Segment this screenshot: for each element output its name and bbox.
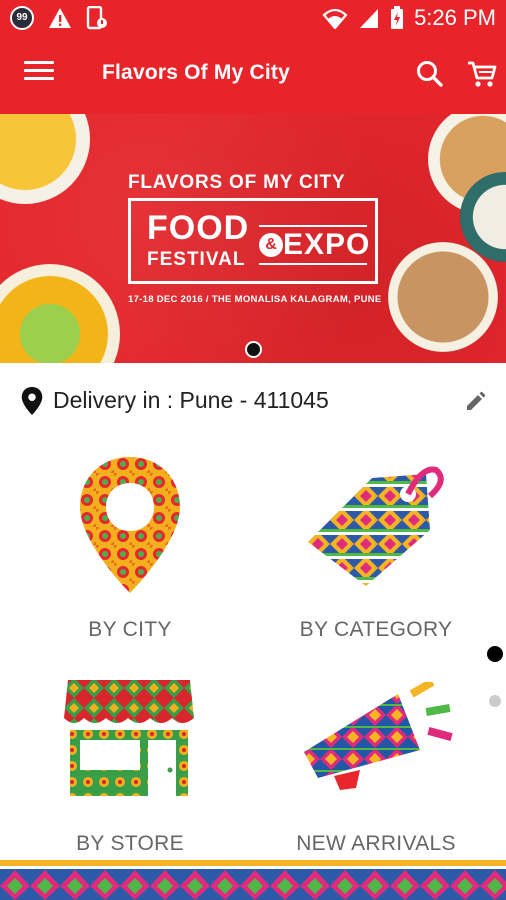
banner-festival-text: FESTIVAL — [147, 249, 246, 270]
banner-ampersand: & — [259, 233, 283, 257]
cart-button[interactable] — [465, 57, 499, 91]
banner-expo-text: EXPO — [283, 228, 371, 261]
tile-label-new-arrivals: NEW ARRIVALS — [296, 832, 456, 855]
status-time: 5:26 PM — [414, 5, 496, 30]
status-bar: 99 5:26 PM — [0, 0, 506, 37]
store-icon — [64, 680, 194, 796]
tile-by-category[interactable]: BY CATEGORY — [246, 445, 506, 655]
edit-location-button[interactable] — [464, 389, 488, 413]
megaphone-icon — [304, 682, 453, 790]
banner-headline: FLAVORS OF MY CITY — [128, 172, 346, 193]
city-pin-icon — [80, 457, 180, 593]
decorative-pattern-strip — [0, 860, 506, 900]
tile-label-by-store: BY STORE — [76, 832, 184, 855]
delivery-location-text: Delivery in : Pune - 411045 — [53, 387, 329, 413]
banner-subline: 17-18 DEC 2016 / THE MONALISA KALAGRAM, … — [128, 294, 382, 305]
wifi-icon — [322, 8, 348, 29]
tile-label-by-city: BY CITY — [88, 618, 172, 641]
banner-food-text: FOOD — [147, 209, 250, 247]
delivery-row: Delivery in : Pune - 411045 — [0, 363, 506, 435]
battery-icon — [391, 6, 404, 29]
warning-icon — [49, 8, 71, 28]
tile-new-arrivals[interactable]: NEW ARRIVALS — [246, 660, 506, 860]
app-title: Flavors Of My City — [102, 61, 290, 84]
banner-pager-dot-active[interactable] — [245, 341, 262, 358]
phone-missed-icon — [86, 6, 107, 30]
search-icon — [417, 61, 443, 87]
tile-by-city[interactable]: BY CITY — [0, 445, 260, 655]
menu-button[interactable] — [24, 61, 54, 91]
banner-logo-box: FOOD FESTIVAL & EXPO — [128, 198, 378, 284]
notification-badge-icon: 99 — [10, 6, 34, 30]
cart-icon — [468, 61, 497, 87]
promo-banner[interactable]: FLAVORS OF MY CITY FOOD FESTIVAL & EXPO … — [0, 114, 506, 363]
signal-icon — [360, 9, 379, 28]
tile-by-store[interactable]: BY STORE — [0, 660, 260, 860]
location-pin-icon — [21, 387, 43, 415]
search-button[interactable] — [413, 57, 447, 91]
banner-pager — [245, 341, 262, 358]
category-tag-icon — [308, 466, 444, 586]
tile-label-by-category: BY CATEGORY — [299, 618, 453, 641]
ladoo-plate-image — [388, 242, 498, 352]
pencil-icon — [467, 391, 486, 410]
app-bar: Flavors Of My City — [0, 37, 506, 114]
